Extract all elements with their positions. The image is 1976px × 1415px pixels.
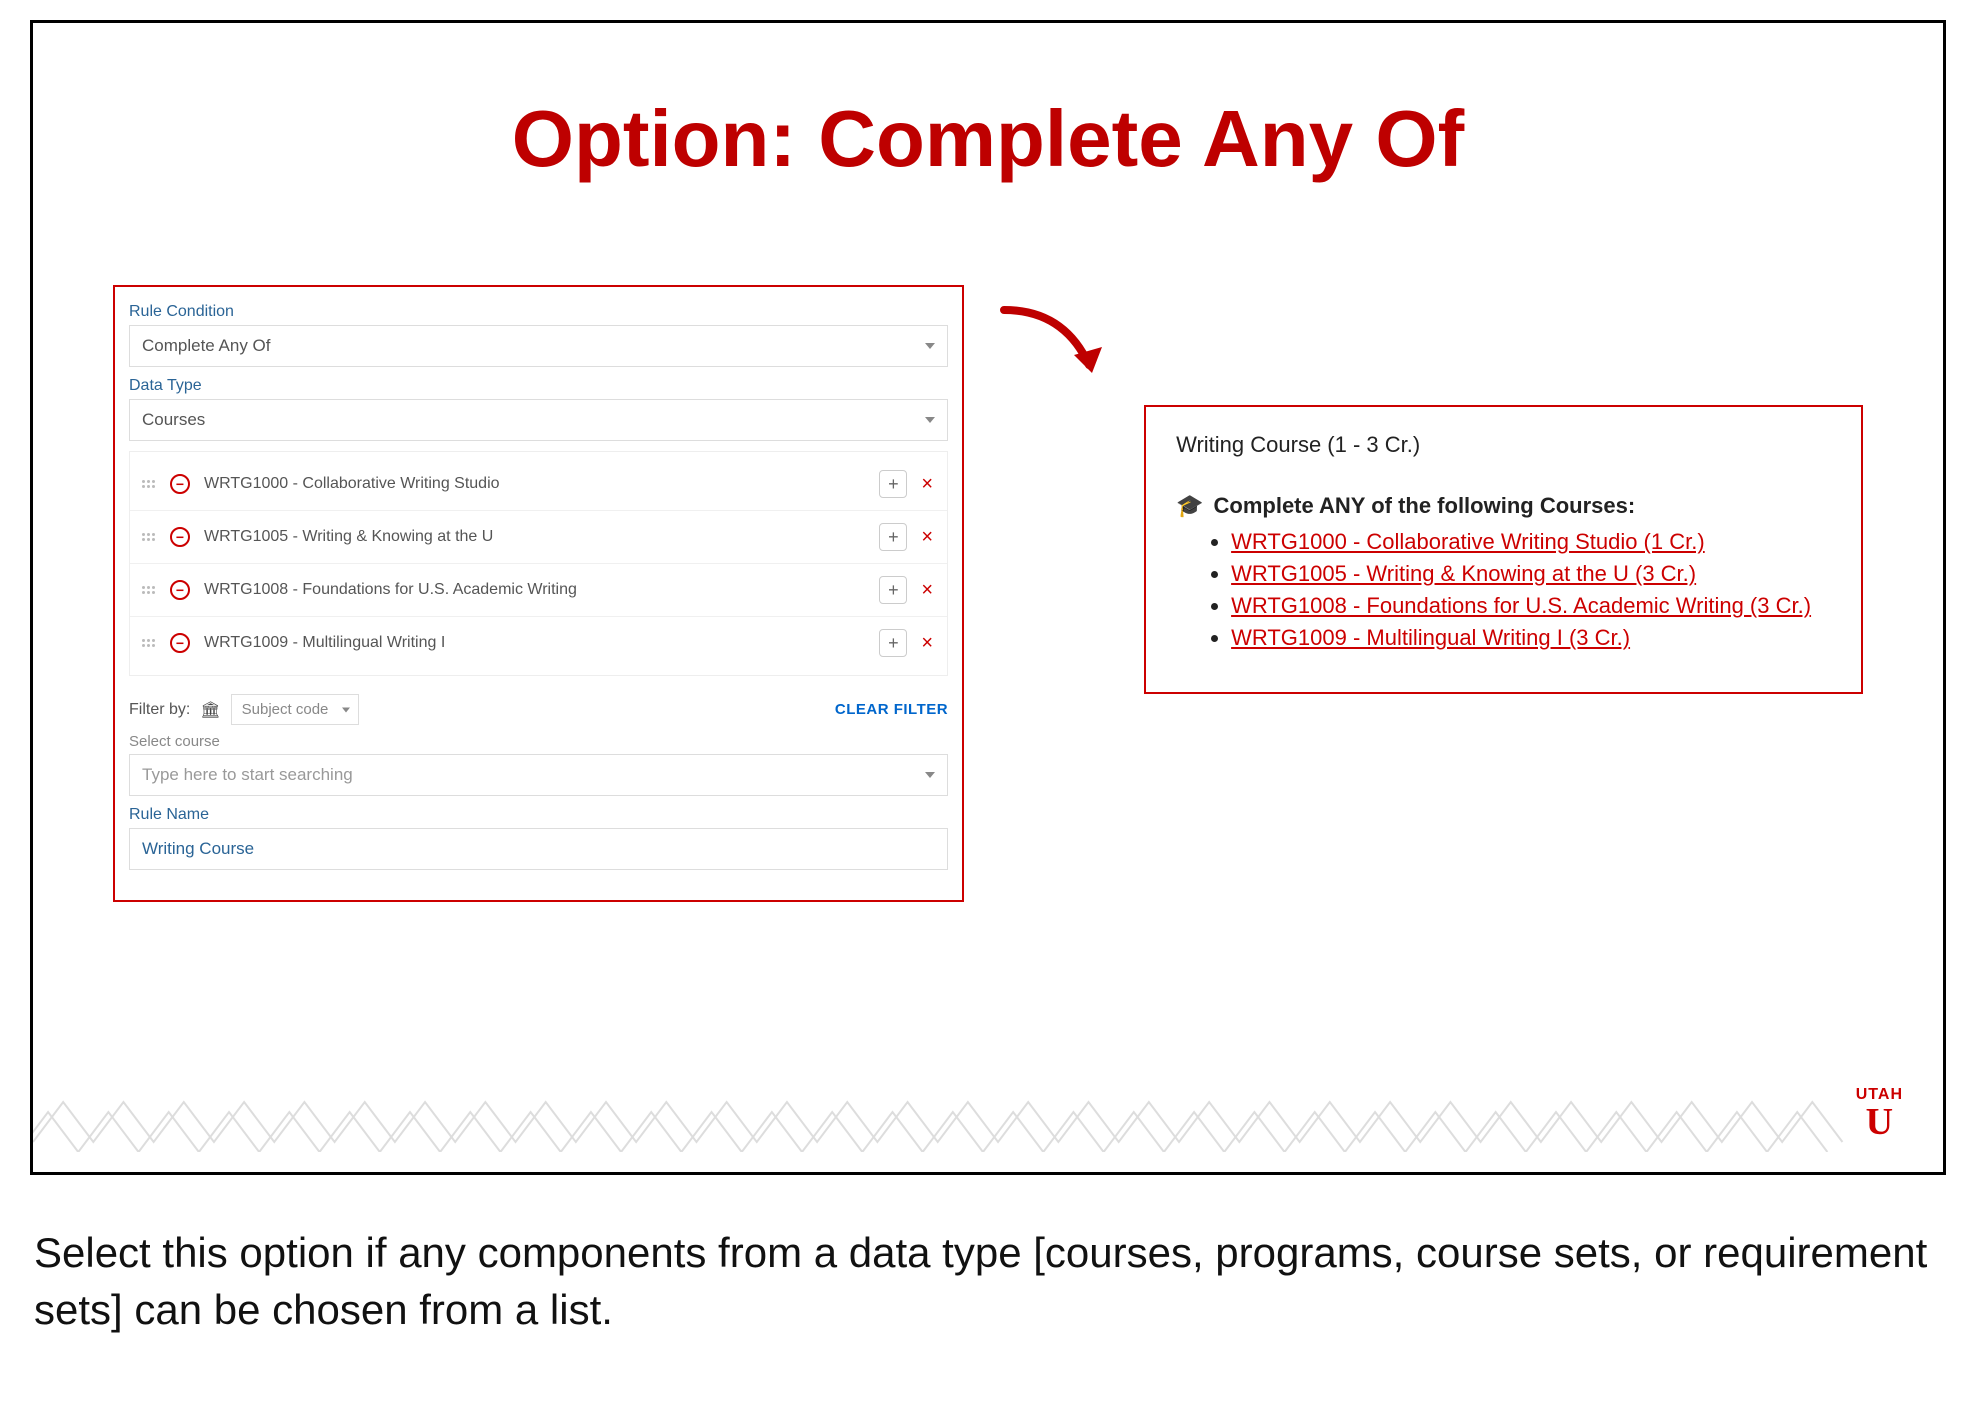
course-row: − WRTG1005 - Writing & Knowing at the U … — [130, 511, 947, 564]
row-actions: + × — [879, 470, 937, 498]
content-row: Rule Condition Complete Any Of Data Type… — [73, 285, 1903, 902]
drag-handle-icon[interactable] — [140, 635, 156, 651]
add-button[interactable]: + — [879, 576, 907, 604]
instruction-text: Select this option if any components fro… — [30, 1225, 1946, 1338]
complete-label: Complete ANY of the following Courses: — [1214, 493, 1636, 519]
row-actions: + × — [879, 629, 937, 657]
course-link[interactable]: WRTG1008 - Foundations for U.S. Academic… — [1231, 593, 1811, 618]
course-link[interactable]: WRTG1005 - Writing & Knowing at the U (3… — [1231, 561, 1696, 586]
course-link[interactable]: WRTG1000 - Collaborative Writing Studio … — [1231, 529, 1705, 554]
row-actions: + × — [879, 523, 937, 551]
data-type-select[interactable]: Courses — [129, 399, 948, 441]
course-link[interactable]: WRTG1009 - Multilingual Writing I (3 Cr.… — [1231, 625, 1630, 650]
utah-logo: UTAH U — [1856, 1086, 1903, 1142]
institution-icon[interactable]: 🏛 — [200, 700, 220, 720]
list-item: WRTG1008 - Foundations for U.S. Academic… — [1231, 593, 1831, 619]
delete-button[interactable]: × — [917, 632, 937, 655]
clear-filter-button[interactable]: CLEAR FILTER — [835, 701, 948, 718]
complete-line: 🎓 Complete ANY of the following Courses: — [1176, 493, 1831, 519]
graduation-cap-icon: 🎓 — [1176, 493, 1203, 519]
course-name: WRTG1000 - Collaborative Writing Studio — [204, 475, 879, 493]
list-item: WRTG1000 - Collaborative Writing Studio … — [1231, 529, 1831, 555]
course-row: − WRTG1009 - Multilingual Writing I + × — [130, 617, 947, 669]
add-button[interactable]: + — [879, 470, 907, 498]
filter-by-label: Filter by: — [129, 701, 190, 719]
preview-panel: Writing Course (1 - 3 Cr.) 🎓 Complete AN… — [1144, 405, 1863, 694]
preview-header: Writing Course (1 - 3 Cr.) — [1176, 432, 1831, 458]
add-button[interactable]: + — [879, 523, 907, 551]
list-item: WRTG1005 - Writing & Knowing at the U (3… — [1231, 561, 1831, 587]
slide-title: Option: Complete Any Of — [73, 93, 1903, 185]
mountain-pattern — [33, 1082, 1943, 1152]
row-actions: + × — [879, 576, 937, 604]
rule-condition-select[interactable]: Complete Any Of — [129, 325, 948, 367]
slide: Option: Complete Any Of Rule Condition C… — [30, 20, 1946, 1175]
course-search-input[interactable]: Type here to start searching — [129, 754, 948, 796]
rule-editor-panel: Rule Condition Complete Any Of Data Type… — [113, 285, 964, 902]
course-list: − WRTG1000 - Collaborative Writing Studi… — [129, 451, 948, 676]
select-course-label: Select course — [129, 733, 948, 750]
course-name: WRTG1009 - Multilingual Writing I — [204, 634, 879, 652]
course-links-list: WRTG1000 - Collaborative Writing Studio … — [1176, 529, 1831, 651]
rule-name-input[interactable]: Writing Course — [129, 828, 948, 870]
course-name: WRTG1005 - Writing & Knowing at the U — [204, 528, 879, 546]
drag-handle-icon[interactable] — [140, 476, 156, 492]
add-button[interactable]: + — [879, 629, 907, 657]
subject-code-select[interactable]: Subject code — [231, 694, 360, 725]
arrow-icon — [994, 285, 1114, 400]
course-row: − WRTG1000 - Collaborative Writing Studi… — [130, 458, 947, 511]
utah-logo-u: U — [1859, 1106, 1899, 1142]
remove-icon[interactable]: − — [170, 633, 190, 653]
remove-icon[interactable]: − — [170, 580, 190, 600]
remove-icon[interactable]: − — [170, 474, 190, 494]
data-type-label: Data Type — [129, 377, 948, 395]
filter-row: Filter by: 🏛 Subject code CLEAR FILTER — [129, 694, 948, 725]
rule-name-label: Rule Name — [129, 806, 948, 824]
course-row: − WRTG1008 - Foundations for U.S. Academ… — [130, 564, 947, 617]
list-item: WRTG1009 - Multilingual Writing I (3 Cr.… — [1231, 625, 1831, 651]
course-name: WRTG1008 - Foundations for U.S. Academic… — [204, 581, 879, 599]
remove-icon[interactable]: − — [170, 527, 190, 547]
delete-button[interactable]: × — [917, 473, 937, 496]
rule-condition-label: Rule Condition — [129, 303, 948, 321]
delete-button[interactable]: × — [917, 579, 937, 602]
delete-button[interactable]: × — [917, 526, 937, 549]
drag-handle-icon[interactable] — [140, 529, 156, 545]
drag-handle-icon[interactable] — [140, 582, 156, 598]
